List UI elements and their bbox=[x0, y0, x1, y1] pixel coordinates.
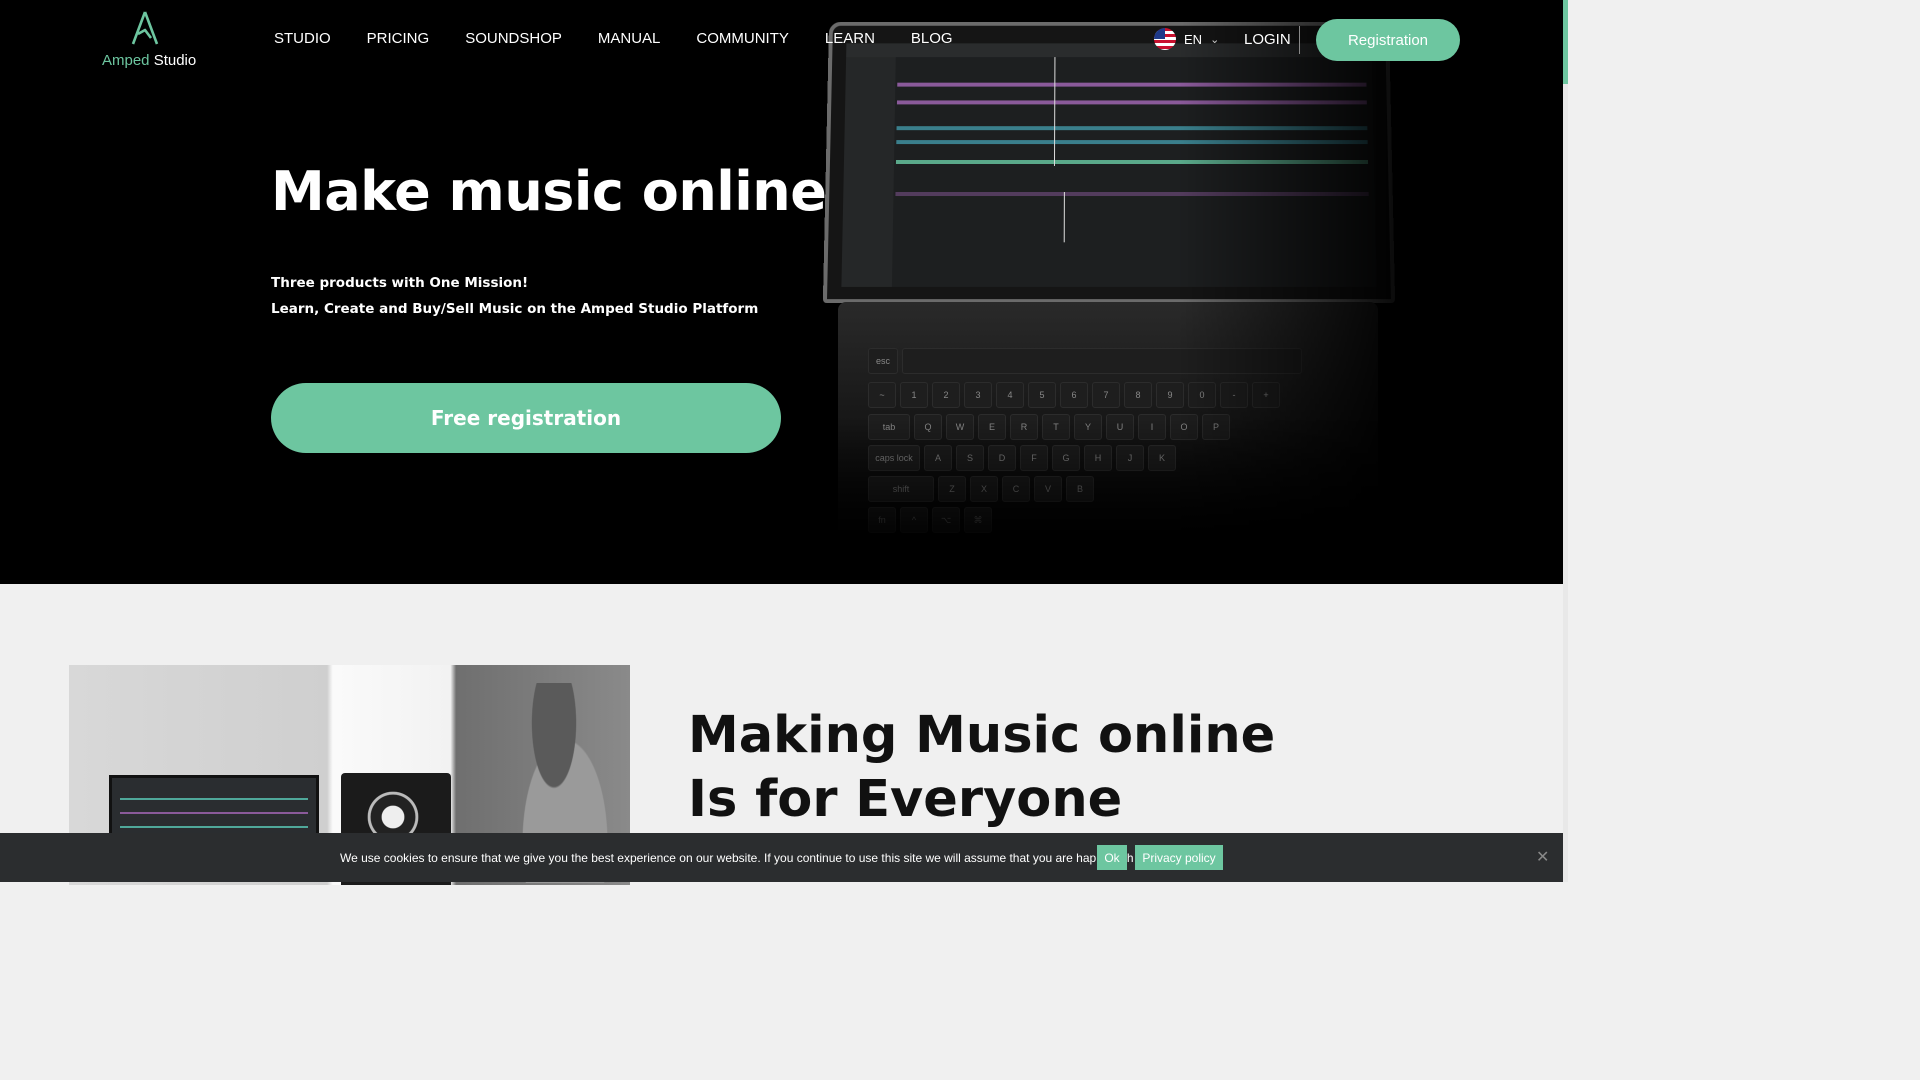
nav-pricing[interactable]: PRICING bbox=[367, 30, 430, 47]
cookie-banner: We use cookies to ensure that we give yo… bbox=[0, 833, 1563, 882]
chevron-down-icon: ⌄ bbox=[1210, 32, 1220, 46]
login-link[interactable]: LOGIN bbox=[1244, 31, 1291, 48]
hero-subtitle-line-1: Three products with One Mission! bbox=[271, 275, 529, 291]
main-nav: STUDIO PRICING SOUNDSHOP MANUAL COMMUNIT… bbox=[274, 30, 989, 47]
us-flag-icon bbox=[1154, 28, 1176, 50]
hero-section: esc ~1234567890-+ tabQWERTYUIOP caps loc… bbox=[0, 0, 1563, 584]
hero-subtitle: Three products with One Mission! Learn, … bbox=[271, 270, 758, 322]
nav-blog[interactable]: BLOG bbox=[911, 30, 953, 47]
header-divider bbox=[1299, 26, 1300, 54]
nav-studio[interactable]: STUDIO bbox=[274, 30, 331, 47]
free-registration-button[interactable]: Free registration bbox=[271, 383, 781, 453]
nav-soundshop[interactable]: SOUNDSHOP bbox=[465, 30, 562, 47]
page-scrollbar[interactable] bbox=[1563, 0, 1568, 882]
hero-title: Make music online bbox=[271, 160, 827, 223]
logo-text: Amped Studio bbox=[102, 52, 197, 69]
registration-button[interactable]: Registration bbox=[1316, 19, 1460, 61]
close-icon[interactable]: ✕ bbox=[1536, 847, 1549, 866]
privacy-policy-button[interactable]: Privacy policy bbox=[1135, 845, 1223, 870]
language-selector[interactable]: EN ⌄ bbox=[1154, 28, 1219, 50]
nav-manual[interactable]: MANUAL bbox=[598, 30, 661, 47]
cookie-ok-button[interactable]: Ok bbox=[1097, 845, 1127, 870]
language-code: EN bbox=[1184, 31, 1203, 47]
section-title: Making Music online Is for Everyone bbox=[688, 706, 1276, 829]
cookie-message: We use cookies to ensure that we give yo… bbox=[340, 851, 1147, 865]
hero-subtitle-line-2: Learn, Create and Buy/Sell Music on the … bbox=[271, 301, 759, 317]
scrollbar-thumb[interactable] bbox=[1563, 0, 1568, 84]
logo-icon bbox=[131, 11, 159, 45]
logo[interactable]: Amped Studio bbox=[102, 10, 196, 69]
nav-learn[interactable]: LEARN bbox=[825, 30, 875, 47]
nav-community[interactable]: COMMUNITY bbox=[696, 30, 789, 47]
